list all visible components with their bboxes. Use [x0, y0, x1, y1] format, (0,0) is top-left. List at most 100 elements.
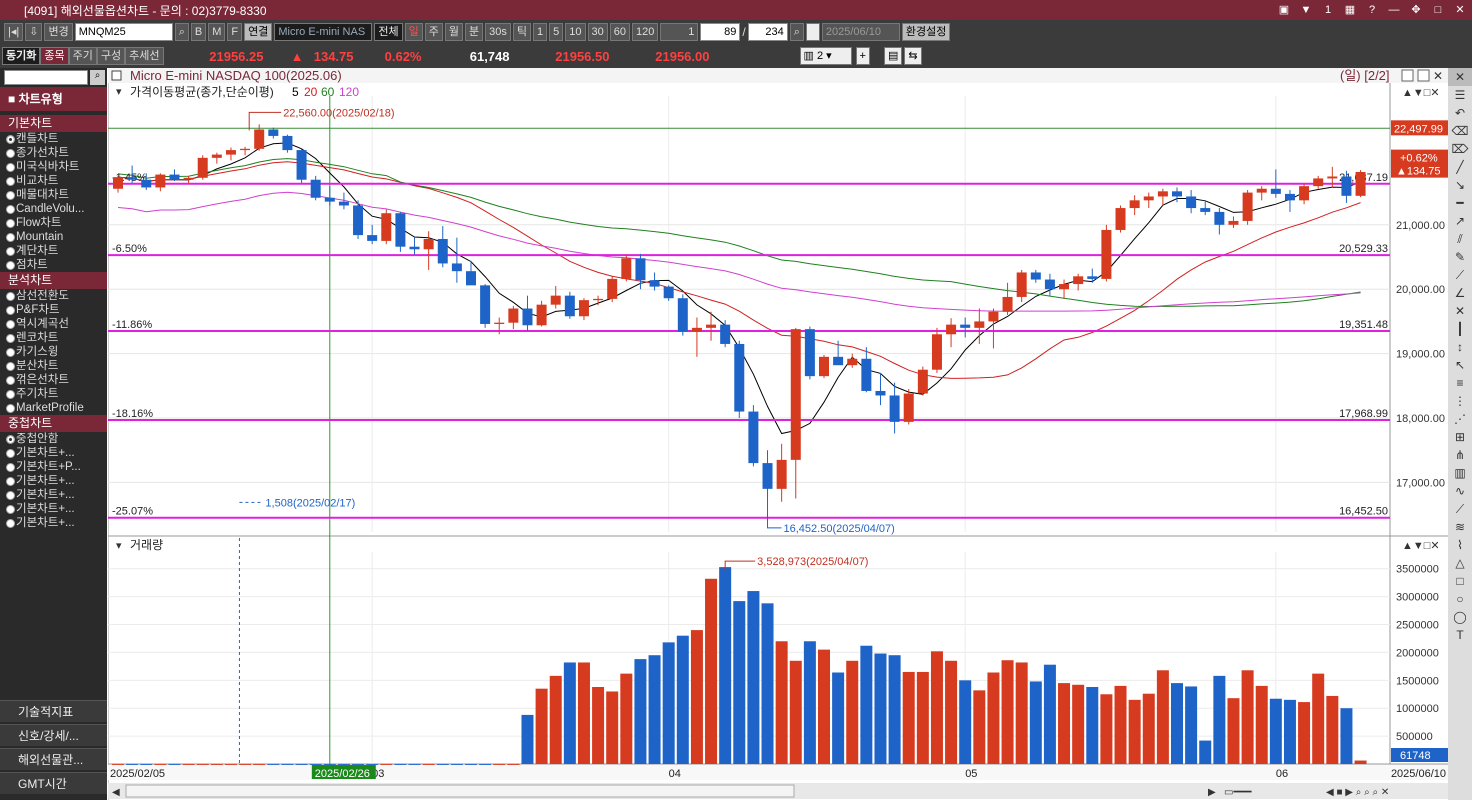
- volume-bar[interactable]: [380, 763, 393, 765]
- text-icon[interactable]: T: [1448, 626, 1472, 644]
- candle[interactable]: [635, 258, 646, 281]
- volume-bar[interactable]: [1072, 684, 1085, 764]
- volume-bar[interactable]: [719, 567, 732, 764]
- candle[interactable]: [522, 308, 533, 326]
- candle[interactable]: [211, 154, 222, 158]
- volume-bar[interactable]: [1001, 660, 1014, 764]
- symbol-input[interactable]: MNQM25: [74, 23, 173, 41]
- candle[interactable]: [1115, 208, 1126, 230]
- candle[interactable]: [607, 278, 618, 299]
- volume-bar[interactable]: [1326, 695, 1339, 764]
- volume-bar[interactable]: [182, 763, 195, 765]
- volume-bar[interactable]: [690, 630, 703, 764]
- move-icon[interactable]: ✥: [1408, 2, 1424, 18]
- scroll-left-icon[interactable]: ◀: [112, 787, 120, 798]
- volume-bar[interactable]: [422, 763, 435, 765]
- trend-icon[interactable]: ⟋: [1448, 266, 1472, 284]
- fibo-icon[interactable]: ≡: [1448, 374, 1472, 392]
- candle[interactable]: [889, 395, 900, 422]
- candle[interactable]: [536, 304, 547, 326]
- volume-bar[interactable]: [295, 763, 308, 765]
- volume-bar[interactable]: [818, 649, 830, 764]
- close-icon[interactable]: ✕: [1452, 2, 1468, 18]
- candle[interactable]: [1030, 272, 1041, 280]
- volume-bar[interactable]: [945, 660, 958, 764]
- chart-type-item[interactable]: 점차트: [0, 258, 107, 272]
- list-icon[interactable]: ☰: [1448, 86, 1472, 104]
- footer-futures[interactable]: 해외선물관...: [0, 748, 107, 770]
- candle[interactable]: [691, 327, 702, 332]
- candle[interactable]: [776, 459, 787, 489]
- candle[interactable]: [960, 324, 971, 328]
- candle[interactable]: [1355, 171, 1366, 196]
- chart-type-item[interactable]: 주기차트: [0, 387, 107, 401]
- volume-bar[interactable]: [394, 763, 407, 765]
- volume-bar[interactable]: [916, 671, 929, 764]
- candle[interactable]: [946, 324, 957, 335]
- sync-label[interactable]: 동기화: [2, 47, 41, 65]
- candle[interactable]: [1143, 196, 1154, 201]
- chart-type-item[interactable]: 분산차트: [0, 359, 107, 373]
- overlay-item[interactable]: 기본차트+...: [0, 474, 107, 488]
- triangle-icon[interactable]: △: [1448, 554, 1472, 572]
- candle[interactable]: [988, 311, 999, 322]
- save-icon[interactable]: ▤: [883, 47, 903, 65]
- volume-bar[interactable]: [112, 763, 124, 765]
- volume-bar[interactable]: [168, 763, 181, 765]
- volume-bar[interactable]: [761, 603, 774, 764]
- scrollbar-thumb[interactable]: [125, 784, 795, 798]
- angle-icon[interactable]: ∠: [1448, 284, 1472, 302]
- chart-area[interactable]: Micro E-mini NASDAQ 100(2025.06) (일) [2/…: [107, 68, 1448, 800]
- volume-bar[interactable]: [1171, 683, 1183, 764]
- volume-bar[interactable]: [253, 763, 266, 765]
- all-button[interactable]: 전체: [374, 23, 403, 41]
- candle[interactable]: [169, 174, 180, 180]
- candle[interactable]: [240, 148, 251, 151]
- volume-bar[interactable]: [1086, 687, 1099, 764]
- candle[interactable]: [1256, 188, 1267, 193]
- volume-bar[interactable]: [281, 763, 294, 765]
- candle[interactable]: [254, 129, 265, 149]
- candle[interactable]: [903, 393, 914, 422]
- interval-5[interactable]: 5: [549, 23, 564, 41]
- maximize-icon[interactable]: □: [1430, 2, 1446, 18]
- candle[interactable]: [1016, 272, 1027, 297]
- overlay-item[interactable]: 기본차트+...: [0, 488, 107, 502]
- interval-30[interactable]: 30: [587, 23, 608, 41]
- overlay-item[interactable]: 중첩안함: [0, 432, 107, 446]
- overlay-item[interactable]: 기본차트+...: [0, 446, 107, 460]
- volume-bar[interactable]: [902, 671, 915, 764]
- candle[interactable]: [1157, 191, 1168, 197]
- volume-bar[interactable]: [563, 662, 576, 764]
- interval-120[interactable]: 120: [632, 23, 659, 41]
- volume-bar[interactable]: [634, 659, 647, 764]
- m-button[interactable]: M: [208, 23, 226, 41]
- fibo-time-icon[interactable]: ⋮: [1448, 392, 1472, 410]
- interval-1[interactable]: 1: [533, 23, 548, 41]
- candle[interactable]: [1087, 276, 1098, 279]
- volume-bar[interactable]: [648, 655, 661, 764]
- measure-icon[interactable]: ↕: [1448, 338, 1472, 356]
- candle[interactable]: [847, 358, 858, 366]
- candle[interactable]: [494, 322, 505, 324]
- candle[interactable]: [395, 213, 406, 247]
- chart-type-item[interactable]: P&F차트: [0, 303, 107, 317]
- date-input[interactable]: 2025/06/10: [821, 23, 900, 41]
- layout-select[interactable]: ▥ 2 ▾: [799, 47, 852, 65]
- candle[interactable]: [1186, 196, 1197, 209]
- chart-type-item[interactable]: 렌코차트: [0, 331, 107, 345]
- tab-layout[interactable]: 구성: [96, 47, 126, 65]
- overlay-item[interactable]: 기본차트+...: [0, 516, 107, 530]
- volume-bar[interactable]: [1241, 670, 1254, 764]
- candle[interactable]: [564, 295, 575, 317]
- volume-bar[interactable]: [747, 591, 760, 764]
- candle[interactable]: [183, 177, 194, 180]
- hline-icon[interactable]: ━: [1448, 194, 1472, 212]
- volume-bar[interactable]: [196, 763, 209, 765]
- volume-bar[interactable]: [874, 653, 887, 764]
- cycle-icon[interactable]: ∿: [1448, 482, 1472, 500]
- pane-controls-icon[interactable]: ▲▼□✕: [1402, 87, 1440, 99]
- candle[interactable]: [155, 174, 166, 188]
- chart-type-item[interactable]: 종가선차트: [0, 146, 107, 160]
- chart-checkbox[interactable]: [111, 70, 122, 81]
